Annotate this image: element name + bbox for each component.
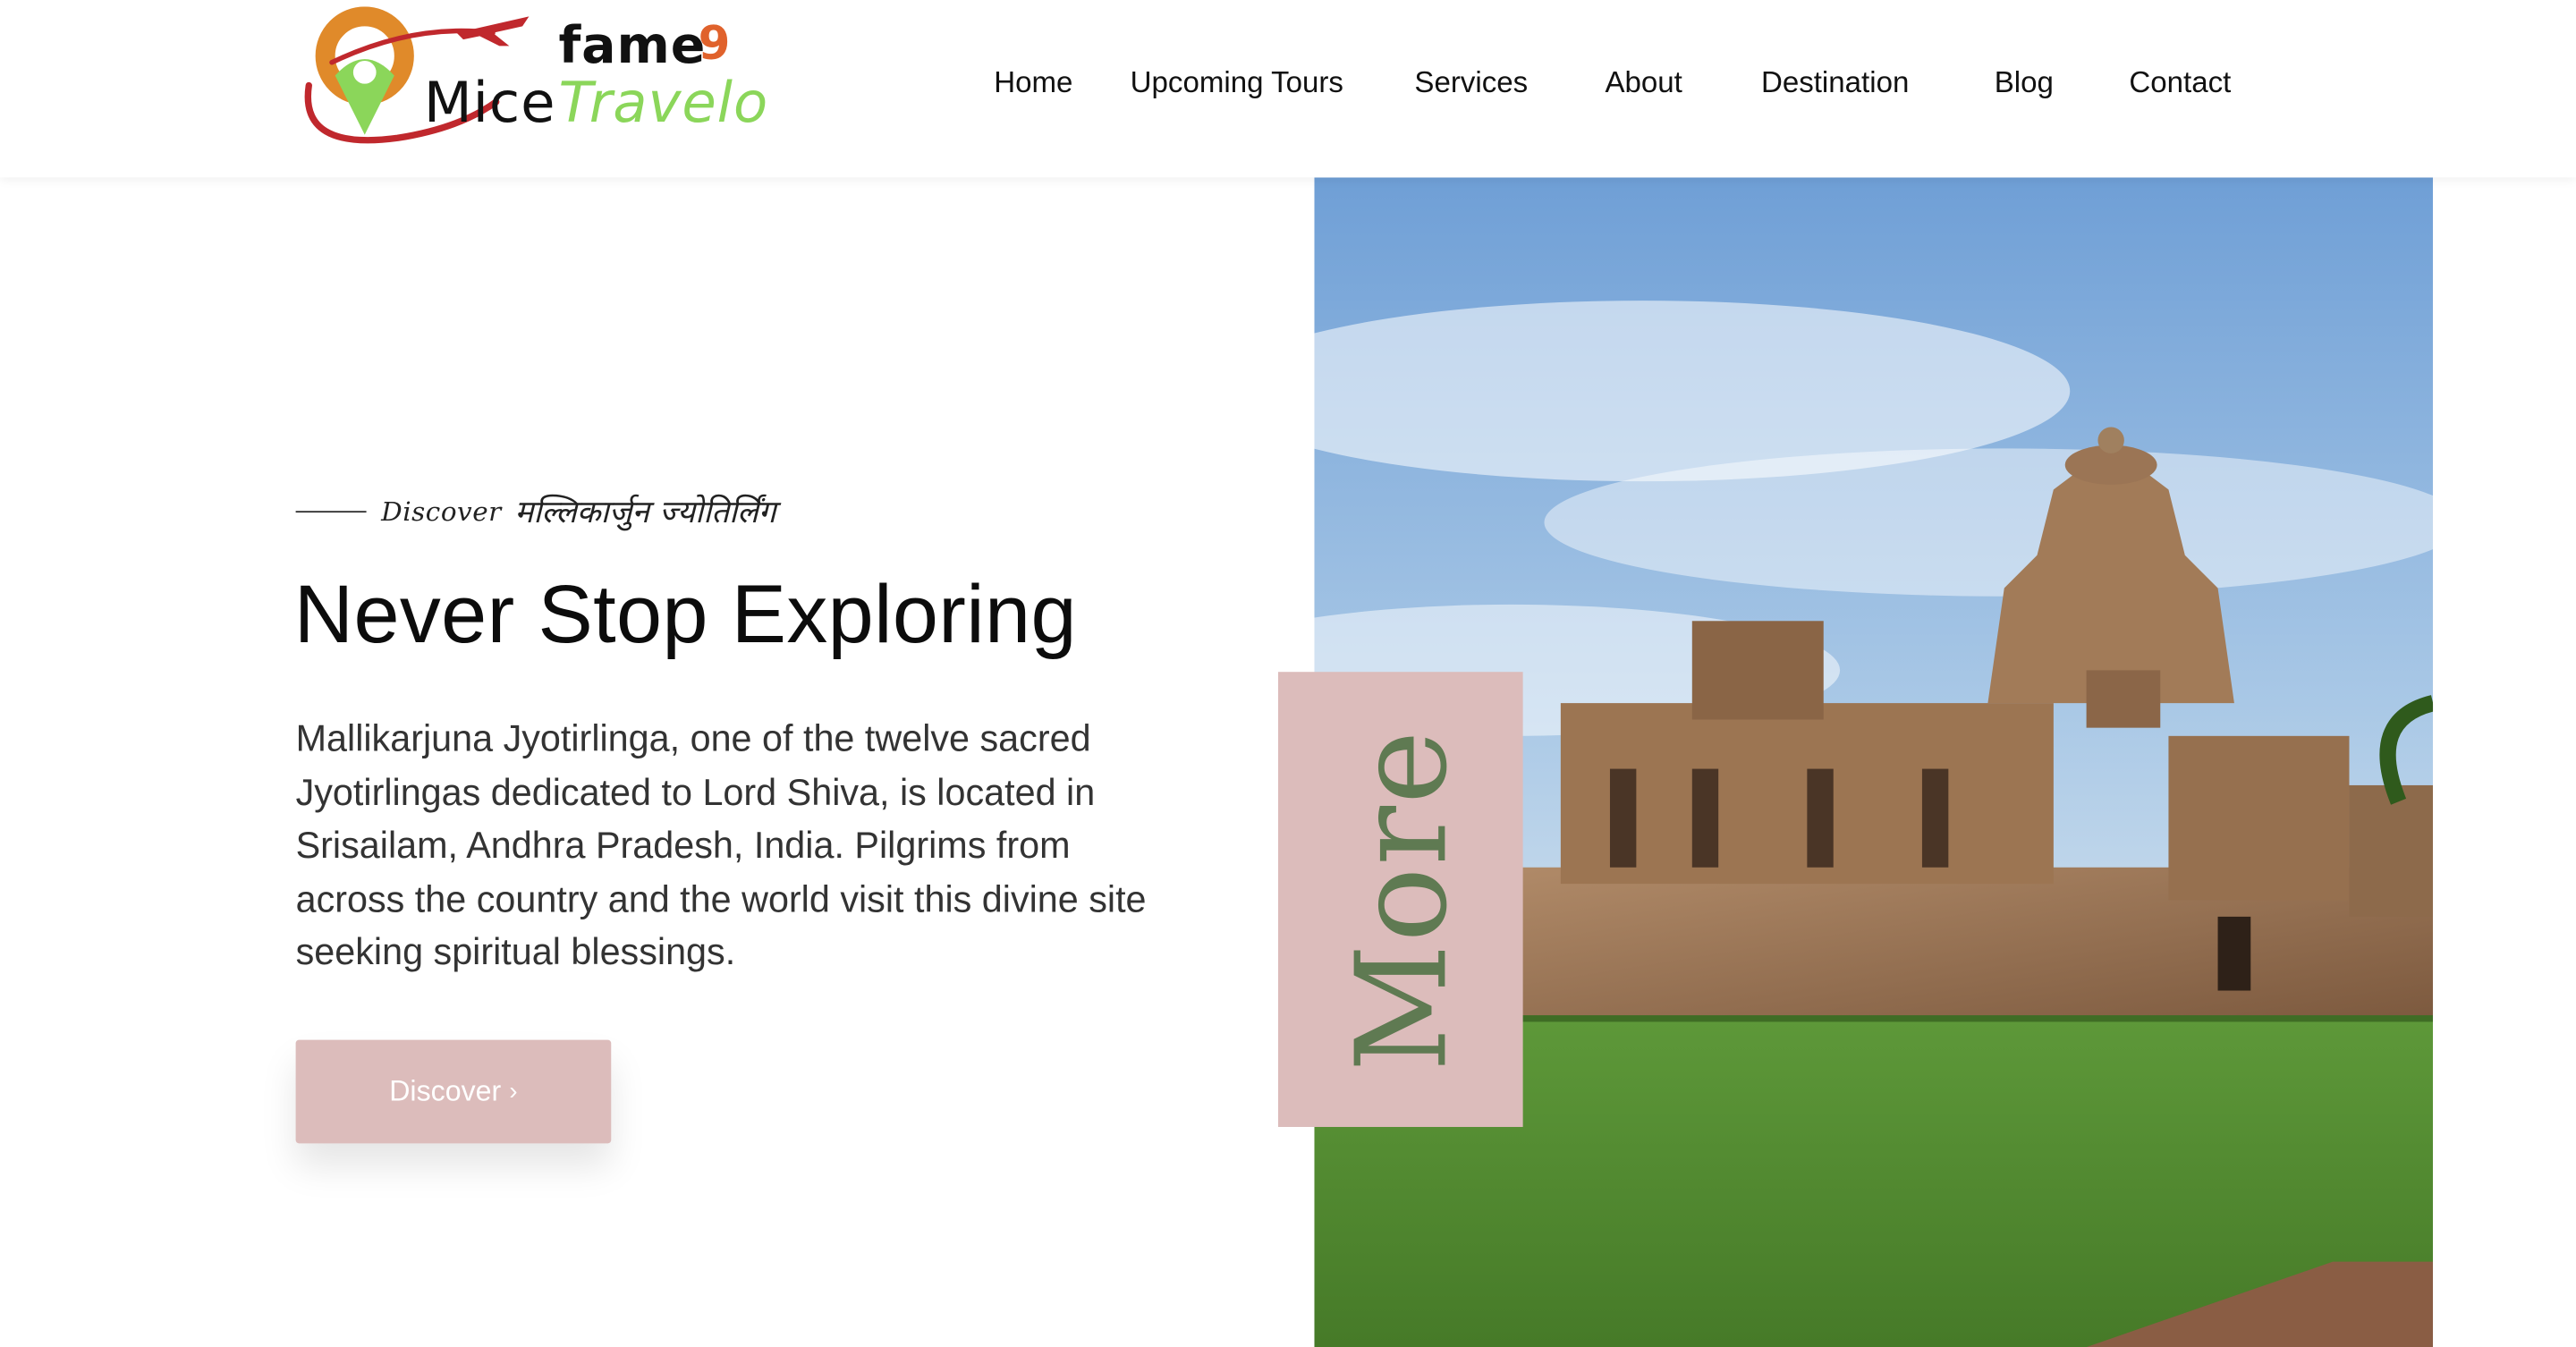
eyebrow-prefix: Discover: [381, 495, 502, 527]
eyebrow-divider: [295, 510, 367, 513]
hero-title: Never Stop Exploring: [293, 568, 1077, 661]
nav-item-home[interactable]: Home: [994, 65, 1072, 100]
hero-description: Mallikarjuna Jyotirlinga, one of the twe…: [295, 717, 1147, 974]
nav-item-destination[interactable]: Destination: [1761, 65, 1909, 100]
hero-eyebrow: Discover मल्लिकार्जुन ज्योतिर्लिंग: [295, 487, 776, 536]
logo-word-travelo: Travelo: [558, 70, 769, 137]
site-logo[interactable]: fame 9 Mice Travelo: [299, 6, 767, 154]
logo-word-mice: Mice: [423, 70, 556, 137]
logo-word-fame: fame: [558, 16, 707, 76]
nav-item-about[interactable]: About: [1605, 65, 1682, 100]
discover-button[interactable]: Discover ›: [295, 1039, 612, 1144]
more-label: More: [1327, 728, 1475, 1072]
logo-number: 9: [698, 16, 731, 71]
nav-item-blog[interactable]: Blog: [1995, 65, 2054, 100]
page: fame 9 Mice Travelo Home Upcoming Tours …: [0, 0, 2576, 1347]
site-header: fame 9 Mice Travelo Home Upcoming Tours …: [0, 0, 2576, 178]
nav-item-contact[interactable]: Contact: [2129, 65, 2231, 100]
nav-item-upcoming-tours[interactable]: Upcoming Tours: [1131, 65, 1343, 100]
eyebrow-hindi-title: मल्लिकार्जुन ज्योतिर्लिंग: [514, 494, 776, 531]
chevron-right-icon: ›: [509, 1077, 518, 1106]
more-button[interactable]: More: [1277, 672, 1523, 1127]
discover-button-label: Discover: [389, 1074, 502, 1107]
nav-item-services[interactable]: Services: [1414, 65, 1528, 100]
